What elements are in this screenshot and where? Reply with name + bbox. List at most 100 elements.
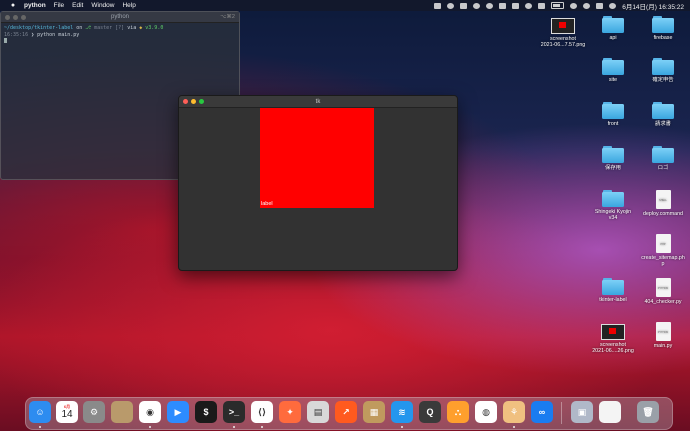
postgres-icon[interactable]: ◍ <box>475 401 497 423</box>
dock-separator <box>561 402 562 424</box>
folder-site[interactable]: site <box>588 58 638 83</box>
safari-icon[interactable]: ✦ <box>279 401 301 423</box>
folder-logo[interactable]: ロゴ <box>638 146 688 171</box>
menu-app-name[interactable]: python <box>24 2 46 9</box>
apple-menu-icon[interactable]: ● <box>9 2 17 9</box>
cloud-sync-icon[interactable] <box>499 2 507 9</box>
infinity-app-icon[interactable]: ∞ <box>531 401 553 423</box>
desktop-icon-label: main.py <box>653 343 673 349</box>
file-create-sitemap[interactable]: PHP create_sitemap.ph p <box>638 234 688 267</box>
folder-hozon[interactable]: 保存用 <box>588 146 638 171</box>
dock-glyph: Q <box>426 407 434 417</box>
dock-glyph: ↗ <box>342 406 350 417</box>
downloads-stack-icon[interactable]: ▣ <box>571 401 593 423</box>
prompt-flag: [?] <box>112 25 125 31</box>
dock-glyph: ≋ <box>398 406 406 417</box>
dock-glyph: ◍ <box>482 406 490 417</box>
menu-edit[interactable]: Edit <box>72 2 83 9</box>
tk-red-label: label <box>260 108 374 208</box>
system-preferences-icon[interactable]: ⚙ <box>83 401 105 423</box>
dock-glyph: $ <box>203 407 209 417</box>
folder-front[interactable]: front <box>588 102 638 127</box>
sync-icon[interactable] <box>486 2 494 9</box>
quicktime-icon[interactable]: Q <box>419 401 441 423</box>
zoom-icon[interactable]: ▶ <box>167 401 189 423</box>
desktop-icon-label: deploy.command <box>643 211 683 217</box>
siri-icon[interactable] <box>609 2 617 9</box>
document-stack-icon[interactable] <box>599 401 621 423</box>
bluetooth-icon[interactable] <box>538 2 546 9</box>
terminal-titlebar[interactable]: python ⌥⌘2 <box>1 12 239 23</box>
desktop-icon-label: Shingeki Kyojin v34 <box>594 209 632 221</box>
menubar-clock[interactable]: 6月14日(月) 16:35:22 <box>622 1 684 11</box>
dock-glyph: ∞ <box>538 407 546 417</box>
running-indicator <box>261 426 263 428</box>
desktop-icon-label: create_sitemap.ph p <box>641 255 685 267</box>
desktop-icon-label: screenshot 2021-06....26.png <box>592 342 634 354</box>
docker-icon[interactable]: ≋ <box>391 401 413 423</box>
desktop-icon-label: api <box>609 35 617 41</box>
running-indicator <box>233 426 235 428</box>
folder-seikyu[interactable]: 請求書 <box>638 102 688 127</box>
folder-firebase[interactable]: firebase <box>638 16 688 41</box>
tk-window[interactable]: tk label <box>178 95 458 271</box>
chrome-icon[interactable]: ◉ <box>139 401 161 423</box>
dock-glyph: ✦ <box>286 406 294 417</box>
terminal-icon[interactable]: >_ <box>223 401 245 423</box>
sequel-icon[interactable]: ▤ <box>307 401 329 423</box>
dock-glyph: >_ <box>228 407 240 417</box>
activity-monitor-icon[interactable]: $ <box>195 401 217 423</box>
menu-window[interactable]: Window <box>91 2 114 9</box>
monitor-chart-icon[interactable]: ↗ <box>335 401 357 423</box>
dock-glyph: ▣ <box>577 406 587 417</box>
desktop-icon-label: site <box>608 77 618 83</box>
folder-shingeki[interactable]: Shingeki Kyojin v34 <box>588 190 638 221</box>
terminal-title: python <box>110 14 129 20</box>
folder-kakutei[interactable]: 確定申告 <box>638 58 688 83</box>
dock-glyph: ▤ <box>313 406 323 417</box>
running-indicator <box>149 426 151 428</box>
image-file-icon <box>551 18 575 34</box>
cloud-icon[interactable] <box>434 2 442 9</box>
github-icon[interactable] <box>473 2 481 9</box>
calendar-icon[interactable]: 6月 14 <box>56 401 78 423</box>
file-deploy-command[interactable]: SHELL deploy.command <box>638 190 688 217</box>
dock-glyph: ⚘ <box>509 406 519 417</box>
display-icon[interactable] <box>512 2 520 9</box>
control-center-icon[interactable] <box>596 2 604 9</box>
folder-tkinter-label[interactable]: tkinter-label <box>588 278 638 303</box>
vscode-icon[interactable]: ⟨⟩ <box>251 401 273 423</box>
search-icon[interactable] <box>583 2 591 9</box>
shield-icon[interactable] <box>525 2 533 9</box>
tk-title: tk <box>315 98 321 105</box>
battery-icon[interactable] <box>551 2 565 9</box>
menu-help[interactable]: Help <box>122 2 135 9</box>
menu-file[interactable]: File <box>54 2 64 9</box>
folder-api[interactable]: api <box>588 16 638 41</box>
file-type-tag: PHP <box>660 243 666 246</box>
timer-icon[interactable] <box>447 2 455 9</box>
tk-titlebar[interactable]: tk <box>179 96 457 108</box>
dock-glyph: 🗑 <box>642 406 654 417</box>
status-menus: 6月14日(月) 16:35:22 <box>434 0 684 11</box>
terminal-output[interactable]: ~/desktop/tkinter-label on ⎇ master [?] … <box>1 23 239 47</box>
archive-icon[interactable]: ▦ <box>363 401 385 423</box>
file-404-checker[interactable]: PYTHON 404_checker.py <box>638 278 688 305</box>
screenshot-file-2[interactable]: screenshot 2021-06....26.png <box>588 322 638 354</box>
dock-glyph: ⟨⟩ <box>257 406 267 417</box>
contacts-icon[interactable] <box>111 401 133 423</box>
desktop-icon-label: 保存用 <box>605 165 621 171</box>
trash-icon[interactable]: 🗑 <box>637 401 659 423</box>
python-launcher-icon[interactable]: ⚘ <box>503 401 525 423</box>
sourcetree-icon[interactable]: ⛬ <box>447 401 469 423</box>
command-text: ❯ python main.py <box>28 31 80 38</box>
desktop-icon-label: screenshot 2021-06...7.57.png <box>540 36 586 48</box>
running-indicator <box>513 426 515 428</box>
screenshot-file[interactable]: screenshot 2021-06...7.57.png <box>538 16 588 48</box>
finder-icon[interactable]: ☺ <box>29 401 51 423</box>
file-main-py[interactable]: PYTHON main.py <box>638 322 688 349</box>
desktop-icon-label: 確定申告 <box>652 77 674 83</box>
wifi-icon[interactable] <box>570 2 578 9</box>
folder-icon <box>652 102 674 119</box>
camera-icon[interactable] <box>460 2 468 9</box>
